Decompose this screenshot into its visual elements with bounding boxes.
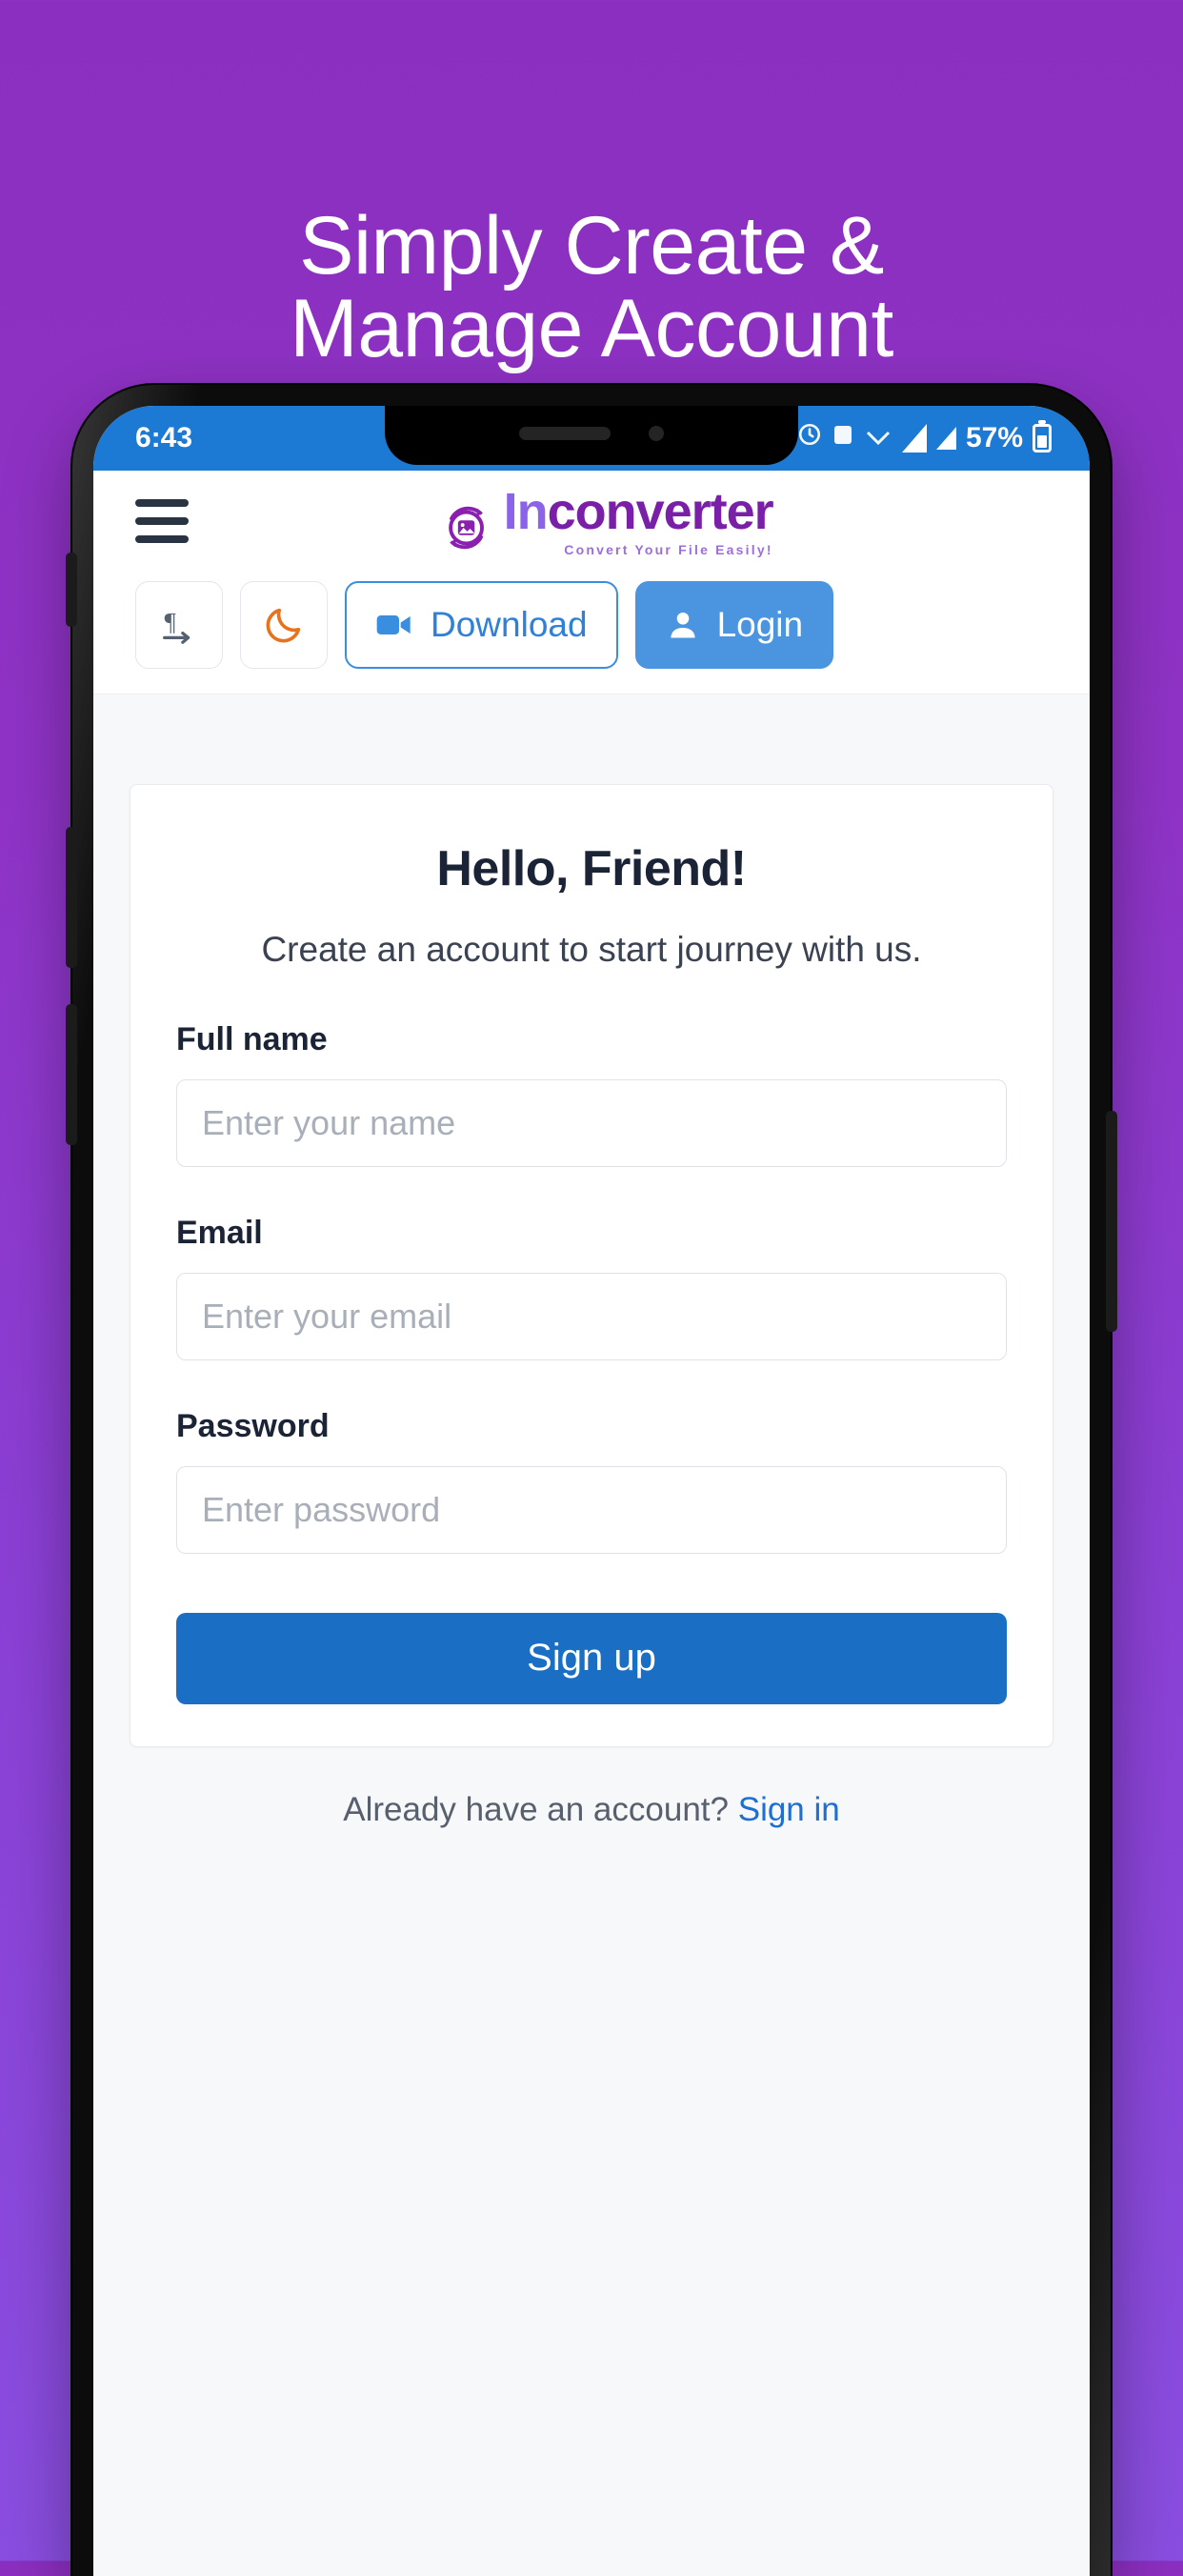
front-camera: [649, 426, 664, 441]
logo-wordmark: Inconverter: [503, 482, 774, 540]
phone-screen: 6:43 57% Inconverter Convert Your File E…: [93, 406, 1090, 2576]
video-camera-icon: [376, 615, 411, 634]
moon-icon: [266, 608, 301, 643]
phone-volume-up-button[interactable]: [66, 827, 77, 968]
page-content: Hello, Friend! Create an account to star…: [93, 694, 1090, 2575]
password-input[interactable]: [176, 1465, 1007, 1554]
signup-submit-button[interactable]: Sign up: [176, 1612, 1007, 1704]
image-convert-icon: [449, 506, 484, 549]
logo-text-converter: converter: [547, 482, 774, 540]
hero-banner: Simply Create & Manage Account: [0, 0, 1183, 381]
earpiece-speaker: [519, 427, 611, 440]
signup-title: Hello, Friend!: [436, 841, 747, 896]
download-button-label: Download: [431, 605, 588, 644]
user-icon: [670, 612, 695, 638]
email-label: Email: [176, 1214, 263, 1251]
sim-card-icon: [832, 422, 854, 454]
signin-link[interactable]: Sign in: [738, 1791, 840, 1828]
status-bar: 6:43 57%: [93, 406, 1090, 471]
status-bar-right: 57%: [797, 420, 1052, 454]
hamburger-bar: [135, 517, 189, 525]
logo-tagline: Convert Your File Easily!: [564, 541, 773, 557]
full-name-input[interactable]: [176, 1078, 1007, 1167]
field-email: Email: [176, 1215, 1007, 1360]
clock-icon: [797, 422, 822, 454]
battery-percent: 57%: [965, 422, 1023, 453]
hamburger-bar: [135, 499, 189, 507]
phone-notch: [385, 406, 798, 465]
full-name-label: Full name: [176, 1020, 328, 1057]
field-password: Password: [176, 1408, 1007, 1554]
app-header: Inconverter Convert Your File Easily!: [93, 471, 1090, 572]
wifi-icon: [864, 422, 892, 454]
status-time: 6:43: [135, 422, 193, 453]
battery-icon: [1033, 420, 1052, 453]
login-button[interactable]: Login: [634, 581, 834, 669]
phone-device-frame: 6:43 57% Inconverter Convert Your File E…: [66, 385, 1117, 2576]
signal-icon: [935, 427, 956, 450]
translate-icon: ¶: [163, 608, 190, 644]
phone-mute-switch[interactable]: [66, 553, 77, 627]
email-input[interactable]: [176, 1272, 1007, 1360]
signin-prompt-text: Already have an account?: [343, 1790, 729, 1828]
signup-card: Hello, Friend! Create an account to star…: [130, 784, 1053, 1747]
hamburger-menu-icon[interactable]: [135, 499, 189, 543]
download-button[interactable]: Download: [345, 581, 618, 669]
signin-prompt: Already have an account? Sign in: [93, 1791, 1090, 1829]
translate-button[interactable]: ¶: [135, 581, 223, 669]
logo-text-in: In: [503, 482, 549, 540]
login-button-label: Login: [716, 605, 804, 644]
hero-title: Simply Create & Manage Account: [290, 199, 893, 375]
password-label: Password: [176, 1407, 330, 1444]
signal-icon: [901, 424, 927, 453]
svg-text:¶: ¶: [165, 608, 176, 636]
phone-volume-down-button[interactable]: [66, 1004, 77, 1145]
dark-mode-toggle[interactable]: [240, 581, 328, 669]
signup-subtitle: Create an account to start journey with …: [261, 930, 922, 969]
app-toolbar: ¶ Download Login: [93, 572, 1090, 694]
field-full-name: Full name: [176, 1021, 1007, 1167]
site-logo[interactable]: Inconverter Convert Your File Easily!: [437, 482, 774, 557]
phone-power-button[interactable]: [1106, 1111, 1117, 1332]
logo-text-block: Inconverter Convert Your File Easily!: [503, 482, 774, 557]
hamburger-bar: [135, 535, 189, 543]
status-bar-left: 6:43: [135, 422, 192, 454]
